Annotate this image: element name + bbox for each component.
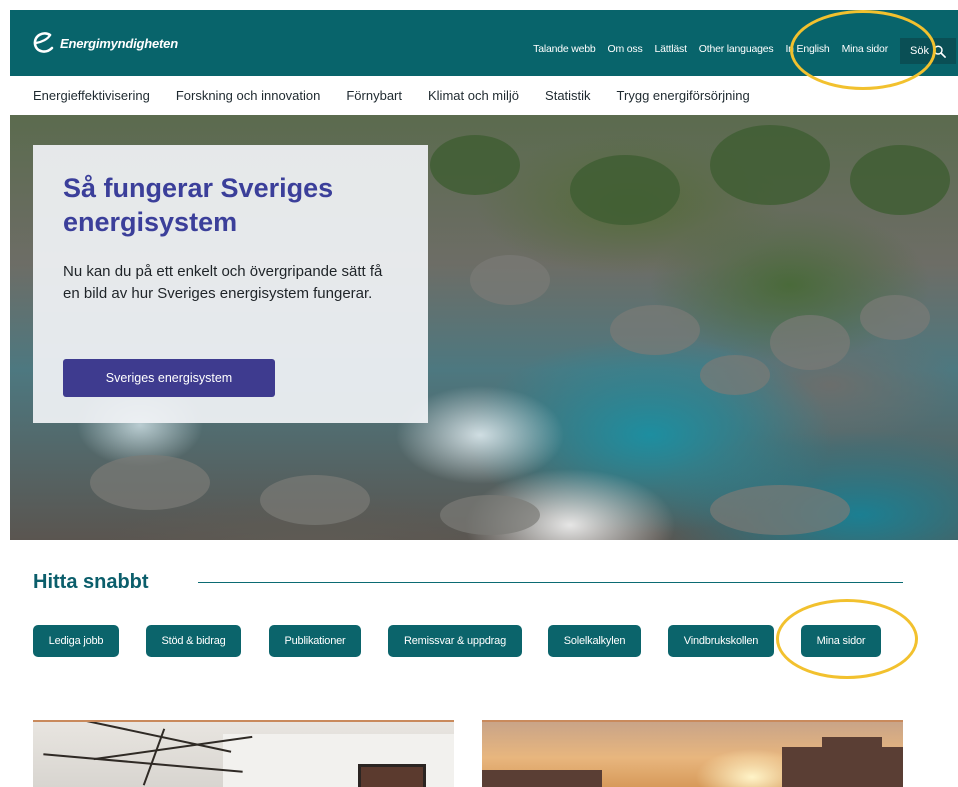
quick-link-lediga-jobb[interactable]: Lediga jobb	[33, 625, 119, 657]
hero-cta-button[interactable]: Sveriges energisystem	[63, 359, 275, 397]
quick-link-publikationer[interactable]: Publikationer	[269, 625, 361, 657]
quick-links-title: Hitta snabbt	[33, 571, 149, 593]
nav-statistik[interactable]: Statistik	[545, 88, 591, 103]
quick-link-solelkalkylen[interactable]: Solelkalkylen	[548, 625, 641, 657]
hero-text: Nu kan du på ett enkelt och övergripande…	[63, 263, 383, 302]
highlight-circle-quick	[776, 599, 918, 679]
nav-fornybart[interactable]: Förnybart	[346, 88, 402, 103]
nav-klimat-och-miljo[interactable]: Klimat och miljö	[428, 88, 519, 103]
util-link-lattlast[interactable]: Lättläst	[655, 43, 687, 55]
nav-energieffektivisering[interactable]: Energieffektivisering	[33, 88, 150, 103]
teaser-card-image-2[interactable]	[482, 720, 903, 787]
logo[interactable]: Energimyndigheten	[30, 28, 178, 58]
main-nav: Energieffektivisering Forskning och inno…	[33, 88, 776, 103]
quick-links-divider	[198, 582, 903, 583]
quick-link-remissvar-uppdrag[interactable]: Remissvar & uppdrag	[388, 625, 522, 657]
logo-e-icon	[30, 29, 58, 57]
nav-forskning-och-innovation[interactable]: Forskning och innovation	[176, 88, 321, 103]
logo-text: Energimyndigheten	[60, 35, 178, 51]
teaser-card-image-1[interactable]	[33, 720, 454, 787]
hero-card: Så fungerar Sveriges energisystem Nu kan…	[33, 145, 428, 423]
util-link-talande-webb[interactable]: Talande webb	[533, 43, 596, 55]
quick-link-vindbrukskollen[interactable]: Vindbrukskollen	[668, 625, 774, 657]
util-link-other-languages[interactable]: Other languages	[699, 43, 774, 55]
util-link-om-oss[interactable]: Om oss	[608, 43, 643, 55]
quick-link-stod-bidrag[interactable]: Stöd & bidrag	[146, 625, 241, 657]
hero-title: Så fungerar Sveriges energisystem	[63, 173, 334, 237]
highlight-circle-header	[790, 10, 936, 90]
nav-trygg-energiforsorjning[interactable]: Trygg energiförsörjning	[617, 88, 750, 103]
